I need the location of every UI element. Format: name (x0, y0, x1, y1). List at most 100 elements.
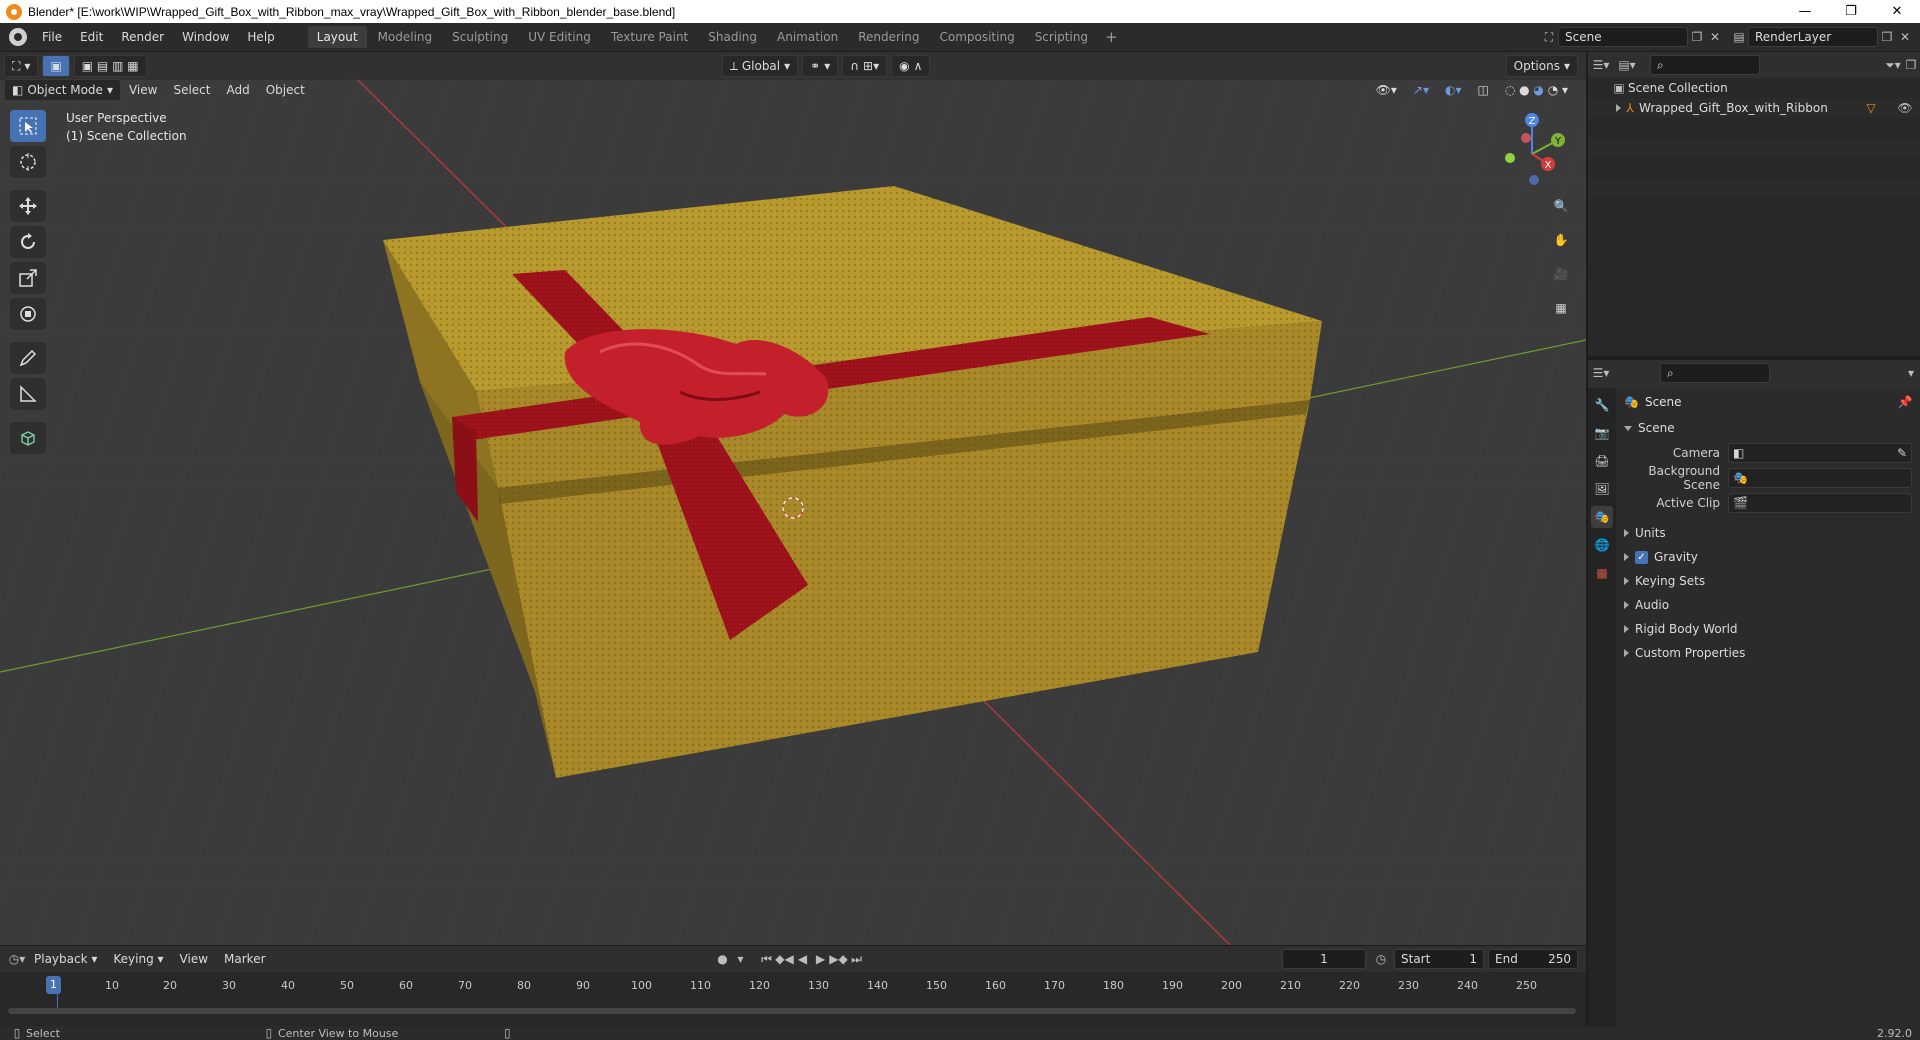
pin-icon[interactable]: 📌 (1896, 393, 1914, 411)
active-clip-field[interactable]: 🎬 (1728, 492, 1912, 513)
properties-editor-icon[interactable]: ☰▾ (1592, 364, 1610, 382)
mode-dropdown[interactable]: ◧ Object Mode ▾ (4, 79, 121, 101)
record-icon[interactable]: ● (714, 950, 732, 968)
output-tab-icon[interactable]: 🖨 (1591, 450, 1613, 472)
outliner-item-gift-box[interactable]: ⅄ Wrapped_Gift_Box_with_Ribbon ▽ 👁 (1588, 98, 1920, 118)
eyedropper-icon[interactable]: ✎ (1897, 446, 1907, 460)
add-workspace-button[interactable]: + (1097, 28, 1126, 46)
outliner-search-input[interactable]: ⌕ (1650, 55, 1760, 75)
record-options-icon[interactable]: ▾ (732, 950, 750, 968)
render-tab-icon[interactable]: 📷 (1591, 422, 1613, 444)
keying-sets-panel-header[interactable]: Keying Sets (1616, 569, 1920, 593)
playhead[interactable]: 1 (46, 976, 61, 994)
proportional-edit-button[interactable]: ◉ ∧ (891, 55, 931, 77)
transform-orientation-dropdown[interactable]: ⟂ Global ▾ (721, 55, 799, 77)
select-mode-button[interactable]: ▣ (42, 55, 70, 77)
delete-scene-icon[interactable]: ✕ (1706, 28, 1724, 46)
view-layer-tab-icon[interactable]: 🖼 (1591, 478, 1613, 500)
tab-animation[interactable]: Animation (768, 26, 847, 48)
audio-panel-header[interactable]: Audio (1616, 593, 1920, 617)
ortho-grid-icon[interactable]: ▦ (1547, 294, 1575, 322)
viewport-menu-add[interactable]: Add (218, 79, 257, 101)
zoom-icon[interactable]: 🔍 (1547, 192, 1575, 220)
menu-render[interactable]: Render (112, 27, 173, 47)
start-frame-field[interactable]: Start 1 (1394, 949, 1484, 969)
end-frame-field[interactable]: End 250 (1488, 949, 1578, 969)
tool-tab-icon[interactable]: 🔧 (1591, 394, 1613, 416)
timeline-ruler[interactable]: 1 10 20 30 40 50 60 70 80 90 100 110 120… (0, 974, 1586, 998)
tab-shading[interactable]: Shading (699, 26, 766, 48)
timeline-menu-view[interactable]: View (172, 948, 216, 970)
eye-icon[interactable]: 👁 (1896, 99, 1914, 117)
tab-sculpting[interactable]: Sculpting (443, 26, 517, 48)
scene-tab-icon[interactable]: 🎭 (1591, 506, 1613, 528)
world-tab-icon[interactable]: 🌐 (1591, 534, 1613, 556)
annotate-tool[interactable] (10, 342, 46, 374)
render-layer-selector[interactable]: ▤ RenderLayer ❐ ✕ (1730, 26, 1914, 48)
pivot-point-button[interactable]: ⚭ ▾ (802, 55, 839, 77)
options-dropdown[interactable]: Options ▾ (1505, 55, 1578, 77)
navigation-gizmo[interactable]: Z Y X (1488, 110, 1568, 190)
texture-tab-icon[interactable]: ▩ (1591, 562, 1613, 584)
delete-layer-icon[interactable]: ✕ (1896, 28, 1914, 46)
3d-viewport[interactable]: ⛶ ▾ ▣ ▣ ▤ ▥ ▦ ⟂ Global ▾ ⚭ ▾ ∩ ⊞▾ ◉ ∧ Option… (0, 52, 1586, 945)
add-cube-tool[interactable] (10, 422, 46, 454)
rotate-tool[interactable] (10, 226, 46, 258)
jump-start-icon[interactable]: ⏮ (758, 950, 776, 968)
gizmo-toggle-icon[interactable]: ↗▾ (1405, 79, 1437, 101)
camera-field[interactable]: ◧ ✎ (1728, 442, 1912, 463)
select-box-tool[interactable] (10, 110, 46, 142)
gravity-checkbox[interactable]: ✓ (1635, 550, 1648, 564)
tab-texture-paint[interactable]: Texture Paint (602, 26, 697, 48)
visibility-icon[interactable]: 👁▾ (1368, 79, 1405, 101)
snap-button[interactable]: ∩ ⊞▾ (842, 55, 888, 77)
selection-box-modes[interactable]: ▣ ▤ ▥ ▦ (73, 55, 147, 77)
units-panel-header[interactable]: Units (1616, 521, 1920, 545)
filter-icon[interactable]: ⏷▾ (1884, 56, 1902, 74)
viewport-menu-view[interactable]: View (121, 79, 165, 101)
blender-logo-icon[interactable] (9, 28, 27, 46)
restore-button[interactable]: ❐ (1828, 0, 1874, 23)
prev-keyframe-icon[interactable]: ◆◀ (775, 950, 793, 968)
custom-properties-panel-header[interactable]: Custom Properties (1616, 641, 1920, 665)
timeline-menu-playback[interactable]: Playback ▾ (26, 948, 105, 970)
tab-uv-editing[interactable]: UV Editing (519, 26, 600, 48)
background-scene-field[interactable]: 🎭 (1728, 467, 1912, 488)
scale-tool[interactable] (10, 262, 46, 294)
gravity-panel-header[interactable]: ✓ Gravity (1616, 545, 1920, 569)
display-mode-icon[interactable]: ▤▾ (1618, 56, 1636, 74)
outliner-editor-icon[interactable]: ☰▾ (1592, 56, 1610, 74)
jump-end-icon[interactable]: ⏭ (848, 950, 866, 968)
xray-toggle-icon[interactable]: ◫ (1469, 79, 1496, 101)
tab-rendering[interactable]: Rendering (849, 26, 928, 48)
camera-view-icon[interactable]: 🎥 (1547, 260, 1575, 288)
cursor-tool[interactable] (10, 146, 46, 178)
gizmo-neg-y-icon[interactable] (1505, 153, 1515, 163)
viewport-scene[interactable] (0, 52, 1586, 945)
editor-type-button[interactable]: ⛶ ▾ (4, 55, 39, 77)
gizmo-neg-x-icon[interactable] (1521, 133, 1531, 143)
transform-tool[interactable] (10, 298, 46, 330)
outliner-scene-collection[interactable]: ▣ Scene Collection (1588, 78, 1920, 98)
menu-file[interactable]: File (33, 27, 71, 47)
pan-hand-icon[interactable]: ✋ (1547, 226, 1575, 254)
tab-layout[interactable]: Layout (307, 26, 367, 48)
timeline-menu-marker[interactable]: Marker (216, 948, 273, 970)
properties-search-input[interactable]: ⌕ (1660, 363, 1770, 383)
scene-name-field[interactable]: Scene (1558, 27, 1688, 47)
menu-window[interactable]: Window (173, 27, 238, 47)
move-tool[interactable] (10, 190, 46, 222)
tab-scripting[interactable]: Scripting (1026, 26, 1097, 48)
close-button[interactable]: ✕ (1874, 0, 1920, 23)
collapse-icon[interactable]: ▾ (1902, 364, 1920, 382)
timeline-menu-keying[interactable]: Keying ▾ (105, 948, 171, 970)
rigid-body-world-panel-header[interactable]: Rigid Body World (1616, 617, 1920, 641)
next-keyframe-icon[interactable]: ▶◆ (829, 950, 847, 968)
current-frame-field[interactable]: 1 (1282, 949, 1366, 969)
scene-panel-header[interactable]: Scene (1616, 416, 1920, 440)
menu-help[interactable]: Help (238, 27, 283, 47)
shading-modes[interactable]: ◌ ● ◕ ◔ ▾ (1497, 79, 1576, 101)
viewport-menu-select[interactable]: Select (165, 79, 218, 101)
timeline-editor-icon[interactable]: ◷▾ (8, 950, 26, 968)
timeline-scrollbar[interactable] (8, 1008, 1576, 1014)
